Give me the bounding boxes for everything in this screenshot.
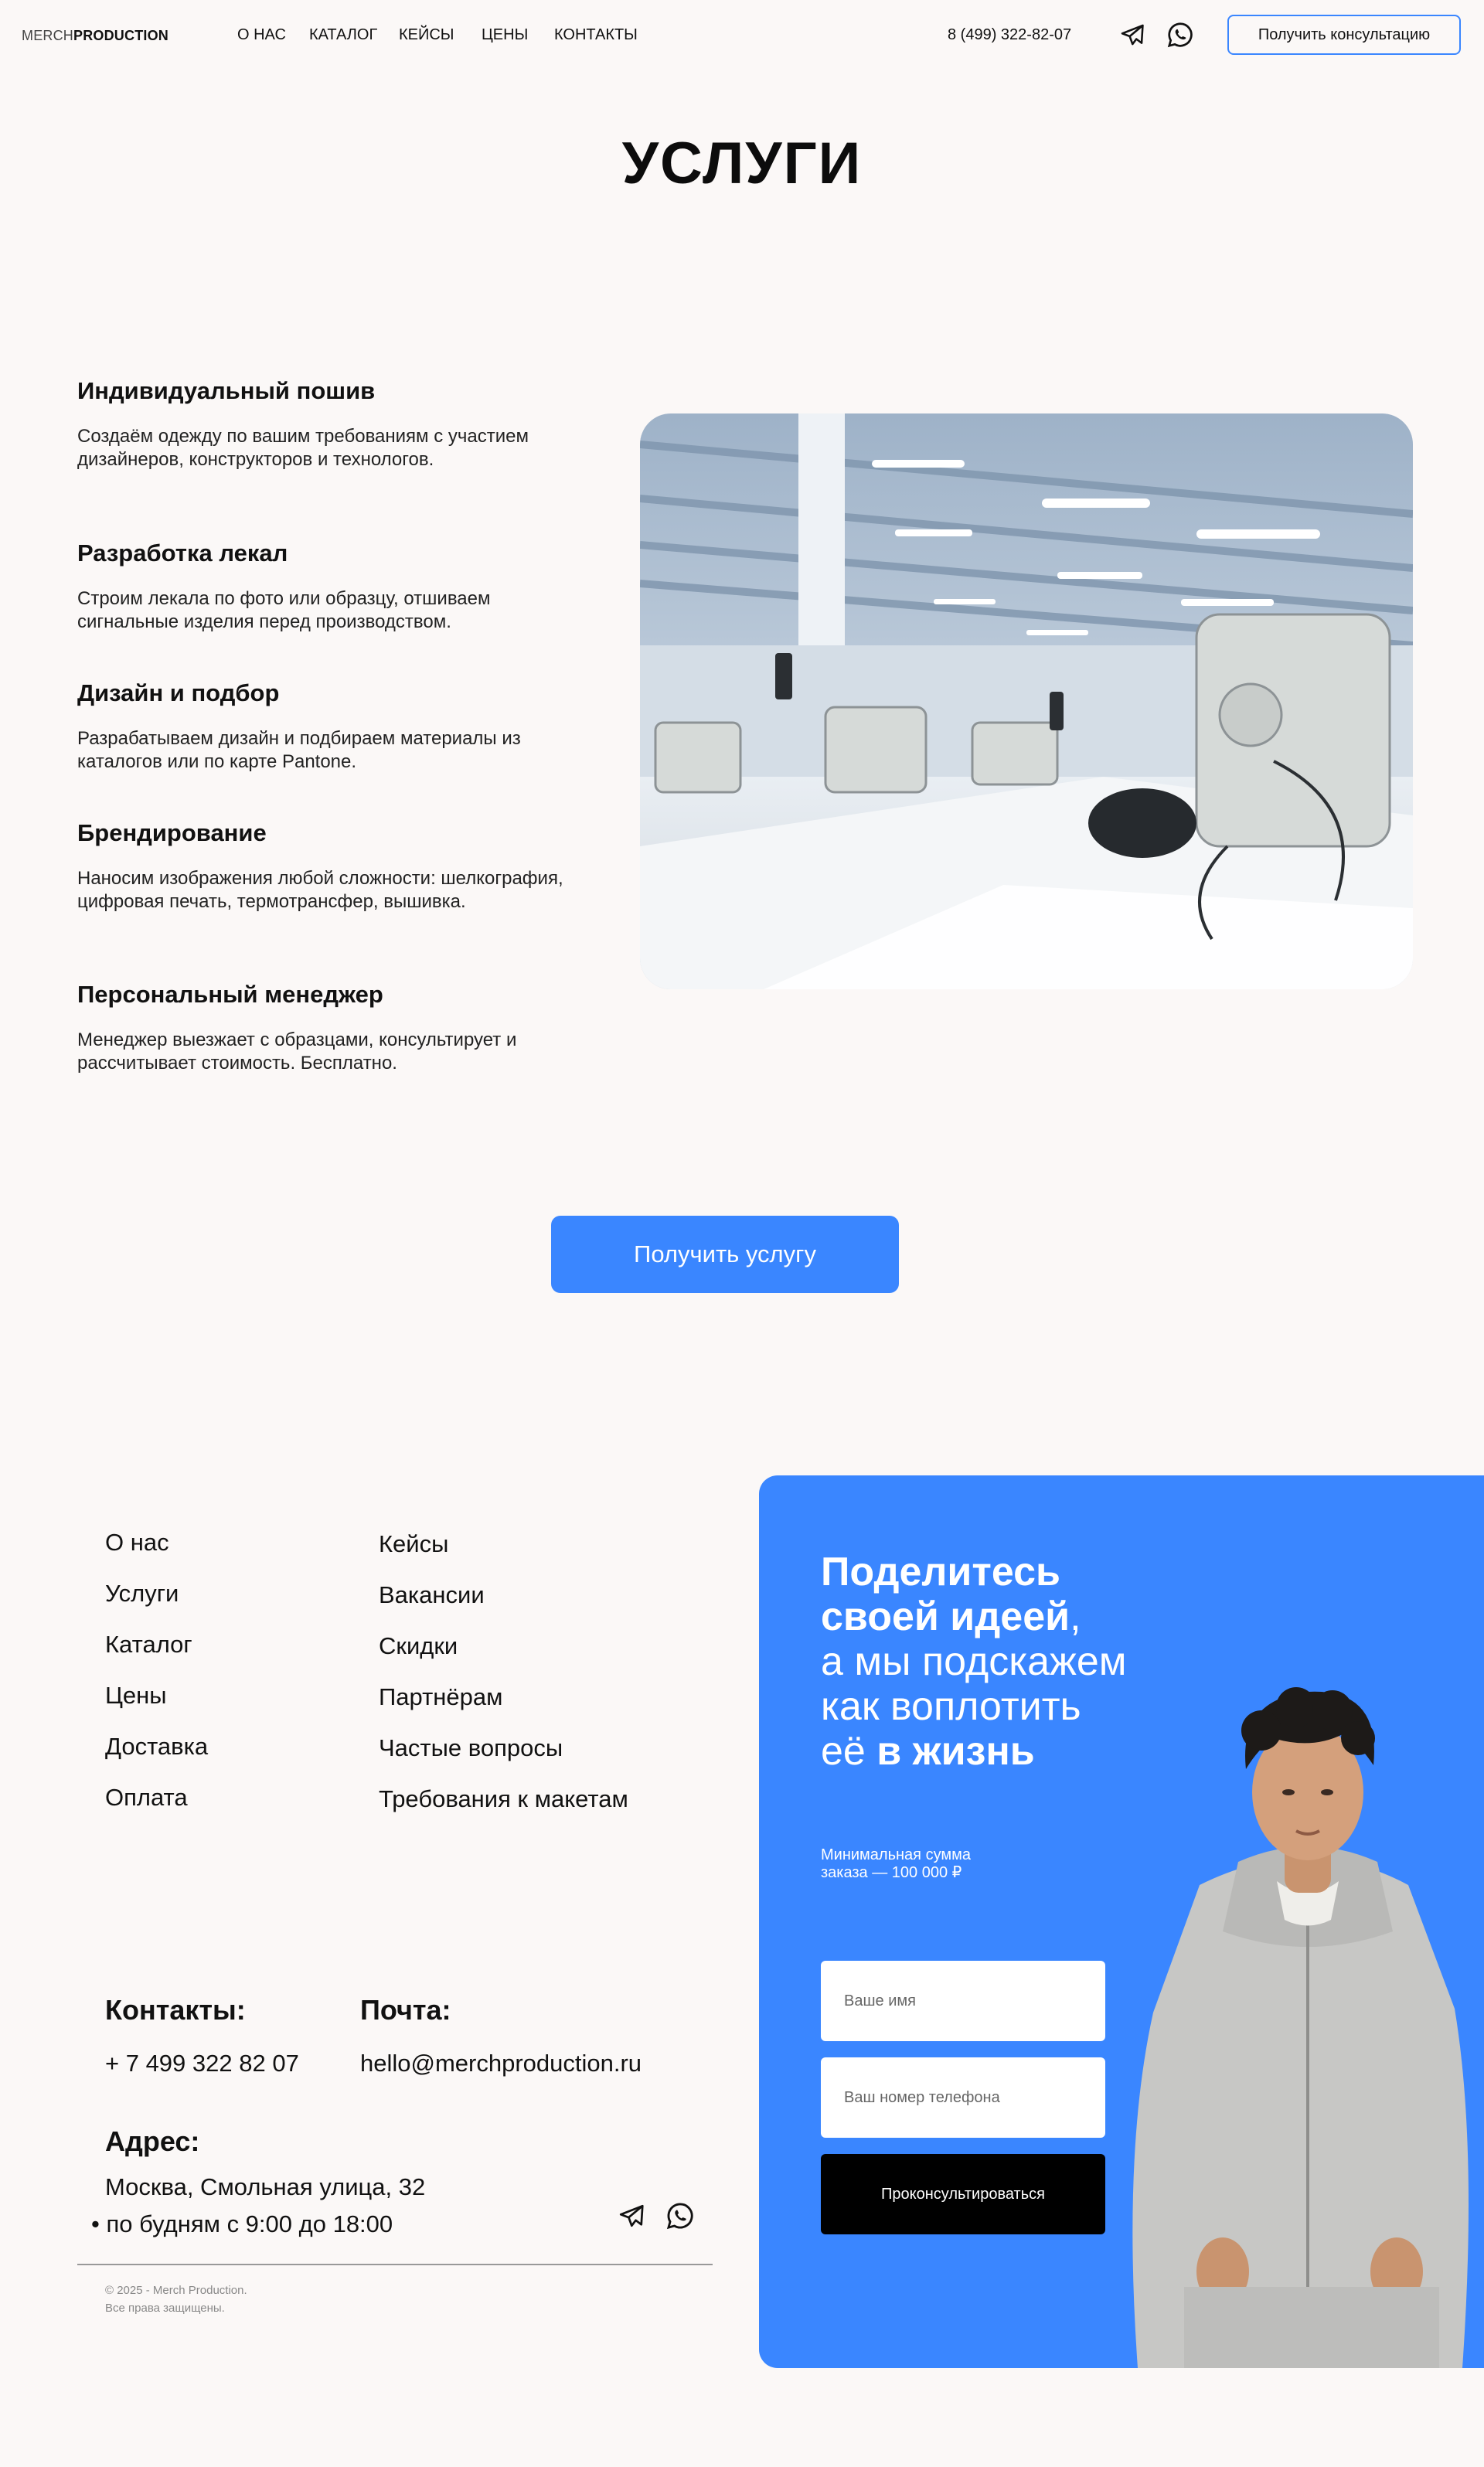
service-title: Брендирование — [77, 819, 267, 846]
model-photo — [1132, 1687, 1469, 2368]
whatsapp-icon[interactable] — [664, 2200, 696, 2232]
service-item: Дизайн и подбор Разрабатываем дизайн и п… — [77, 679, 587, 774]
service-text: Менеджер выезжает с образцами, консульти… — [77, 1029, 517, 1074]
footer-link-payment[interactable]: Оплата — [105, 1784, 188, 1812]
whatsapp-icon[interactable] — [1166, 20, 1195, 49]
logo-light-text: MERCH — [22, 28, 73, 43]
header-phone[interactable]: 8 (499) 322-82-07 — [948, 26, 1071, 44]
cta-title-light: как воплотить — [821, 1684, 1081, 1729]
copyright: © 2025 - Merch Production. Все права защ… — [105, 2282, 247, 2317]
footer-link-catalog[interactable]: Каталог — [105, 1631, 192, 1659]
copyright-line: Все права защищены. — [105, 2302, 225, 2315]
mail-link[interactable]: hello@merchproduction.ru — [360, 2050, 642, 2077]
name-input[interactable] — [821, 1961, 1105, 2041]
telegram-icon[interactable] — [1118, 20, 1147, 49]
get-service-button[interactable]: Получить услугу — [551, 1216, 899, 1293]
service-item: Разработка лекал Строим лекала по фото и… — [77, 539, 587, 634]
service-title: Индивидуальный пошив — [77, 377, 376, 404]
service-title: Разработка лекал — [77, 539, 288, 567]
cta-title: Поделитесь своей идеей, а мы подскажем к… — [821, 1550, 1126, 1774]
footer-link-faq[interactable]: Частые вопросы — [379, 1734, 563, 1762]
logo[interactable]: MERCHPRODUCTION — [22, 28, 168, 44]
min-order-line: Минимальная сумма — [821, 1846, 971, 1863]
service-item: Индивидуальный пошив Создаём одежду по в… — [77, 377, 587, 471]
page-title: УСЛУГИ — [621, 131, 863, 196]
logo-bold-text: PRODUCTION — [73, 28, 168, 43]
nav-link-contacts[interactable]: КОНТАКТЫ — [554, 26, 638, 44]
phone-input[interactable] — [821, 2057, 1105, 2138]
footer-link-discounts[interactable]: Скидки — [379, 1632, 458, 1660]
footer-link-cases[interactable]: Кейсы — [379, 1530, 448, 1558]
contacts-phone[interactable]: + 7 499 322 82 07 — [105, 2050, 299, 2077]
service-text: Наносим изображения любой сложности: шел… — [77, 868, 563, 912]
service-title: Персональный менеджер — [77, 981, 383, 1008]
working-hours: • по будням с 9:00 до 18:00 — [91, 2210, 393, 2237]
footer-link-partners[interactable]: Партнёрам — [379, 1683, 502, 1711]
cta-title-bold: в жизнь — [876, 1729, 1035, 1774]
footer-link-about[interactable]: О нас — [105, 1529, 169, 1557]
address-title: Адрес: — [105, 2125, 200, 2157]
consult-submit-button[interactable]: Проконсультироваться — [821, 2154, 1105, 2234]
service-item: Персональный менеджер Менеджер выезжает … — [77, 981, 587, 1075]
nav-link-catalog[interactable]: КАТАЛОГ — [309, 26, 377, 44]
consultation-panel: Поделитесь своей идеей, а мы подскажем к… — [759, 1475, 1484, 2368]
footer-link-delivery[interactable]: Доставка — [105, 1733, 208, 1761]
service-text: Разрабатываем дизайн и подбираем материа… — [77, 728, 521, 772]
cta-title-bold: Поделитесь — [821, 1550, 1060, 1594]
mail-value[interactable]: hello@merchproduction.ru — [360, 2050, 642, 2077]
footer-link-layout-requirements[interactable]: Требования к макетам — [379, 1785, 628, 1813]
nav-link-about[interactable]: О НАС — [237, 26, 286, 44]
nav-link-prices[interactable]: ЦЕНЫ — [482, 26, 528, 44]
nav-link-cases[interactable]: КЕЙСЫ — [399, 26, 454, 44]
contacts-phone-link[interactable]: + 7 499 322 82 07 — [105, 2050, 299, 2077]
service-title: Дизайн и подбор — [77, 679, 280, 706]
address-value: Москва, Смольная улица, 32 — [105, 2173, 426, 2200]
service-text: Строим лекала по фото или образцу, отшив… — [77, 588, 491, 632]
service-text: Создаём одежду по вашим требованиям с уч… — [77, 426, 529, 470]
mail-title: Почта: — [360, 1994, 451, 2026]
min-order-note: Минимальная сумма заказа — 100 000 ₽ — [821, 1846, 971, 1882]
service-item: Брендирование Наносим изображения любой … — [77, 819, 587, 914]
copyright-line: © 2025 - Merch Production. — [105, 2284, 247, 2297]
cta-title-light: а мы подскажем — [821, 1639, 1127, 1684]
cta-title-light: её — [821, 1729, 877, 1774]
footer-link-vacancies[interactable]: Вакансии — [379, 1581, 485, 1609]
footer-link-services[interactable]: Услуги — [105, 1580, 179, 1608]
site-header: MERCHPRODUCTION О НАС КАТАЛОГ КЕЙСЫ ЦЕНЫ… — [0, 0, 1484, 70]
cta-title-bold: своей идеей — [821, 1594, 1070, 1639]
factory-photo — [640, 413, 1413, 989]
cta-title-comma: , — [1070, 1594, 1081, 1639]
min-order-line: заказа — 100 000 ₽ — [821, 1864, 962, 1881]
footer-link-prices[interactable]: Цены — [105, 1682, 167, 1710]
footer-divider — [77, 2264, 713, 2265]
contacts-title: Контакты: — [105, 1994, 246, 2026]
telegram-icon[interactable] — [615, 2200, 648, 2232]
consultation-button[interactable]: Получить консультацию — [1227, 15, 1461, 55]
